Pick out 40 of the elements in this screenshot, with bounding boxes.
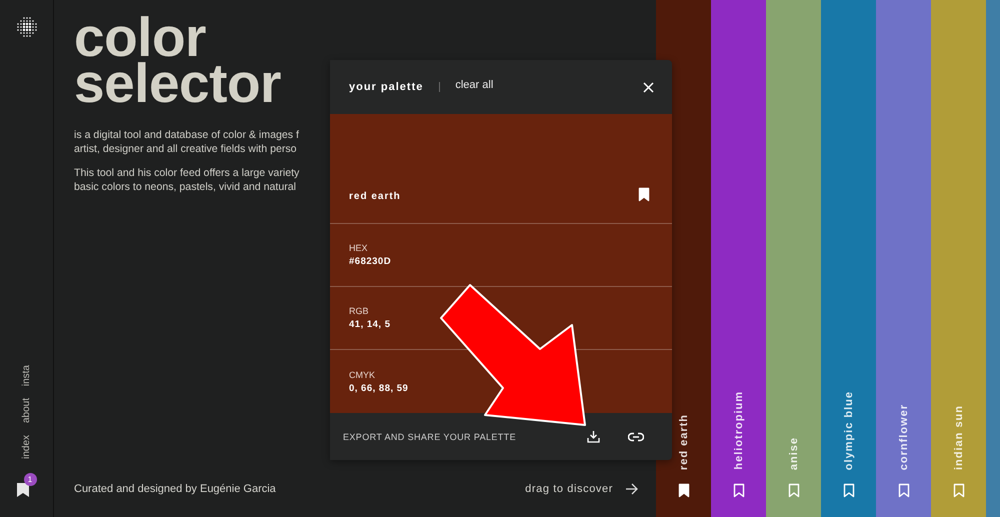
intro-text: artist, designer and all creative fields with perso <box>74 142 297 156</box>
color-strip[interactable]: olympic blue <box>821 0 876 517</box>
nav-link[interactable]: index <box>21 435 32 459</box>
bookmark-icon[interactable] <box>638 187 650 202</box>
page-title: selector <box>74 60 281 106</box>
nav-link[interactable]: insta <box>21 364 32 386</box>
intro-text: basic colors to neons, pastels, vivid and natural <box>74 180 296 194</box>
arrow-right-icon[interactable] <box>625 483 638 495</box>
credit-text: Curated and designed by Eugénie Garcia <box>74 483 276 495</box>
color-name: olympic blue <box>842 390 854 470</box>
intro-text: This tool and his color feed offers a large variety <box>74 166 300 180</box>
color-name: red earth <box>349 191 401 202</box>
spec-label: RGB <box>349 306 370 316</box>
download-icon[interactable] <box>587 430 600 443</box>
close-icon[interactable] <box>643 82 654 92</box>
spec-label: CMYK <box>349 370 376 380</box>
color-name: indian sun <box>952 405 964 470</box>
page-title: color <box>74 14 206 60</box>
palette-title: your palette <box>349 81 424 93</box>
spec-label: HEX <box>349 243 369 253</box>
bookmark-icon[interactable] <box>732 483 744 498</box>
export-label: EXPORT AND SHARE YOUR PALETTE <box>343 432 516 442</box>
spec-value: 41, 14, 5 <box>349 319 392 330</box>
logo-icon[interactable] <box>16 16 38 38</box>
color-strip[interactable]: heliotropium <box>711 0 766 517</box>
spec-value: #68230D <box>349 256 392 267</box>
clear-all-link[interactable]: clear all <box>455 79 494 91</box>
color-name: heliotropium <box>732 391 744 470</box>
bookmark-icon[interactable] <box>678 483 690 498</box>
intro-text: is a digital tool and database of color & images f <box>74 128 299 142</box>
nav-link[interactable]: about <box>21 398 32 424</box>
bookmark-icon[interactable] <box>16 482 30 498</box>
drag-label: drag to discover <box>525 483 613 495</box>
spec-value: 0, 66, 88, 59 <box>349 382 410 394</box>
color-name: red earth <box>678 414 690 470</box>
link-icon[interactable] <box>628 432 644 442</box>
color-name: cornflower <box>898 404 910 470</box>
color-name: anise <box>788 436 800 470</box>
color-strip[interactable]: cornflower <box>876 0 931 517</box>
count-badge: 1 <box>24 473 36 486</box>
